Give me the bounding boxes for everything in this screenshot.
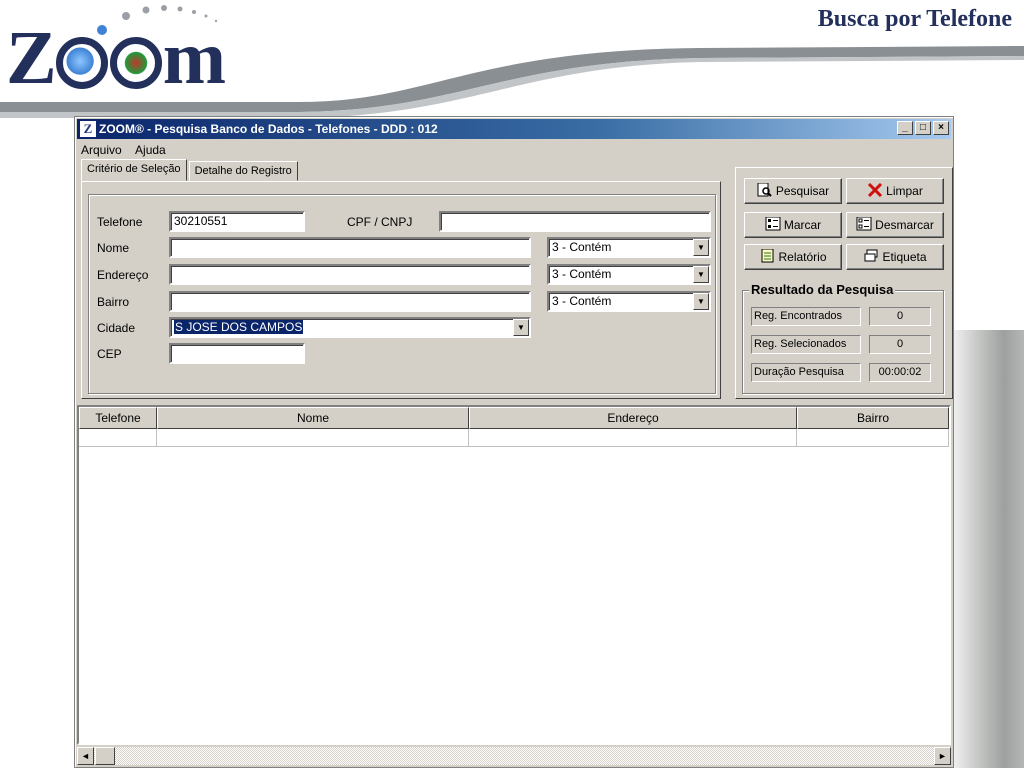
endereco-filter-select[interactable]: 3 - Contém ▼ — [547, 264, 711, 285]
report-button[interactable]: Relatório — [744, 244, 842, 270]
clear-label: Limpar — [886, 184, 923, 198]
cpf-label: CPF / CNPJ — [347, 215, 413, 229]
horizontal-scrollbar[interactable]: ◄ ► — [77, 747, 951, 765]
unmark-label: Desmarcar — [875, 218, 934, 232]
found-value: 0 — [869, 307, 931, 326]
grid-header: Telefone Nome Endereço Bairro — [79, 407, 949, 429]
cep-label: CEP — [97, 347, 122, 361]
mark-button[interactable]: Marcar — [744, 212, 842, 238]
nome-filter-select[interactable]: 3 - Contém ▼ — [547, 237, 711, 258]
endereco-label: Endereço — [97, 268, 149, 282]
label-button[interactable]: Etiqueta — [846, 244, 944, 270]
app-icon[interactable]: Z — [80, 121, 96, 137]
background-rock-texture — [944, 330, 1024, 768]
actions-panel: Pesquisar Limpar Marcar Desmarcar Relató… — [735, 167, 953, 399]
maximize-button[interactable]: □ — [915, 121, 931, 135]
column-header-bairro[interactable]: Bairro — [797, 407, 949, 429]
logo-o-green — [109, 37, 162, 89]
minimize-button[interactable]: _ — [897, 121, 913, 135]
label-stack-icon — [864, 249, 878, 262]
magnifier-page-icon — [757, 183, 772, 197]
chevron-down-icon[interactable]: ▼ — [693, 293, 709, 310]
cidade-value: S JOSE DOS CAMPOS — [174, 320, 304, 334]
grid-cell[interactable] — [157, 429, 469, 447]
bairro-input[interactable] — [169, 291, 531, 312]
duration-label: Duração Pesquisa — [751, 363, 861, 382]
zoom-logo: Zm — [6, 16, 226, 100]
window-controls: _ □ × — [895, 121, 949, 135]
chevron-down-icon[interactable]: ▼ — [693, 266, 709, 283]
menu-bar: Arquivo Ajuda — [77, 141, 172, 159]
scroll-thumb[interactable] — [95, 747, 115, 765]
column-header-telefone[interactable]: Telefone — [79, 407, 157, 429]
chevron-down-icon[interactable]: ▼ — [693, 239, 709, 256]
nome-input[interactable] — [169, 237, 531, 258]
endereco-filter-value: 3 - Contém — [552, 267, 612, 281]
found-label: Reg. Encontrados — [751, 307, 861, 326]
bairro-filter-value: 3 - Contém — [552, 294, 612, 308]
search-label: Pesquisar — [775, 184, 830, 198]
red-x-icon — [868, 183, 883, 197]
grid-cell[interactable] — [469, 429, 797, 447]
grid-cell[interactable] — [79, 429, 157, 447]
grid-cell[interactable] — [797, 429, 949, 447]
telefone-input[interactable]: 30210551 — [169, 211, 305, 232]
slide-title: Busca por Telefone — [817, 6, 1012, 32]
results-grid[interactable]: Telefone Nome Endereço Bairro — [77, 405, 951, 745]
results-title: Resultado da Pesquisa — [749, 282, 896, 297]
bairro-filter-select[interactable]: 3 - Contém ▼ — [547, 291, 711, 312]
cep-input[interactable] — [169, 343, 305, 364]
scroll-left-icon[interactable]: ◄ — [77, 747, 94, 765]
cidade-select[interactable]: S JOSE DOS CAMPOS ▼ — [169, 317, 531, 338]
unmark-button[interactable]: Desmarcar — [846, 212, 944, 238]
endereco-input[interactable] — [169, 264, 531, 285]
telefone-label: Telefone — [97, 215, 143, 229]
tab-selection-criteria[interactable]: Critério de Seleção — [81, 159, 187, 181]
chevron-down-icon[interactable]: ▼ — [513, 319, 529, 336]
cpf-input[interactable] — [439, 211, 711, 232]
selected-value: 0 — [869, 335, 931, 354]
report-icon — [761, 249, 774, 263]
menu-file[interactable]: Arquivo — [81, 143, 122, 157]
criteria-group: Telefone 30210551 CPF / CNPJ Nome 3 - Co… — [88, 194, 716, 394]
nome-label: Nome — [97, 241, 130, 255]
mark-label: Marcar — [783, 218, 822, 232]
cidade-label: Cidade — [97, 321, 136, 335]
clear-button[interactable]: Limpar — [846, 178, 944, 204]
nome-filter-value: 3 - Contém — [552, 240, 612, 254]
duration-value: 00:00:02 — [869, 363, 931, 382]
title-bar[interactable]: Z ZOOM® - Pesquisa Banco de Dados - Tele… — [77, 119, 951, 139]
checklist-icon — [765, 217, 781, 231]
menu-help[interactable]: Ajuda — [135, 143, 166, 157]
scroll-right-icon[interactable]: ► — [934, 747, 951, 765]
criteria-panel: Telefone 30210551 CPF / CNPJ Nome 3 - Co… — [81, 181, 721, 399]
window-title: ZOOM® - Pesquisa Banco de Dados - Telefo… — [99, 122, 438, 136]
selected-label: Reg. Selecionados — [751, 335, 861, 354]
label-label: Etiqueta — [882, 250, 927, 264]
results-group: Resultado da Pesquisa Reg. Encontrados 0… — [742, 282, 944, 394]
close-button[interactable]: × — [933, 121, 949, 135]
tab-strip: Critério de Seleção Detalhe do Registro — [81, 159, 300, 181]
search-button[interactable]: Pesquisar — [744, 178, 842, 204]
logo-o-blue — [55, 37, 108, 89]
column-header-nome[interactable]: Nome — [157, 407, 469, 429]
checklist-icon — [856, 217, 872, 231]
tab-record-detail[interactable]: Detalhe do Registro — [188, 161, 298, 181]
report-label: Relatório — [778, 250, 827, 264]
app-window: Z ZOOM® - Pesquisa Banco de Dados - Tele… — [74, 116, 954, 768]
table-row[interactable] — [79, 429, 949, 447]
bairro-label: Bairro — [97, 295, 130, 309]
column-header-endereco[interactable]: Endereço — [469, 407, 797, 429]
